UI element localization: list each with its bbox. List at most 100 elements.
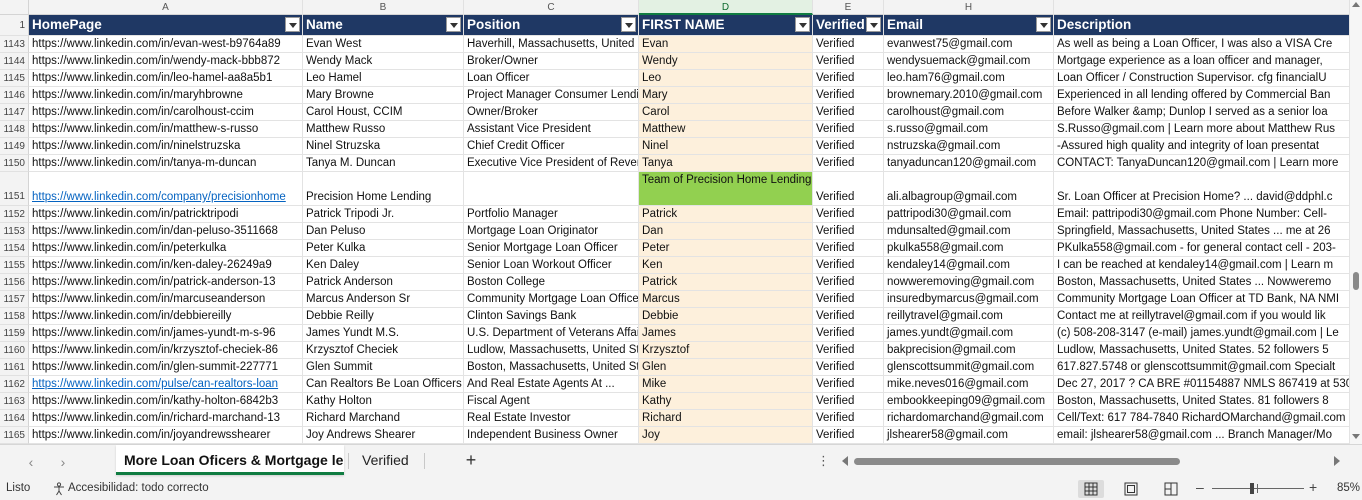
cell-position[interactable]: Senior Mortgage Loan Officer	[464, 240, 639, 257]
cell-email[interactable]: s.russo@gmail.com	[884, 121, 1054, 138]
row-number[interactable]: 1144	[0, 53, 29, 70]
cell-description[interactable]: -Assured high quality and integrity of l…	[1054, 138, 1350, 155]
cell-name[interactable]: Peter Kulka	[303, 240, 464, 257]
cell-name[interactable]: Leo Hamel	[303, 70, 464, 87]
accessibility-status[interactable]: Accesibilidad: todo correcto	[68, 482, 209, 494]
cell-position[interactable]: Haverhill, Massachusetts, United States	[464, 36, 639, 53]
cell-name[interactable]: Patrick Anderson	[303, 274, 464, 291]
cell-description[interactable]: Before Walker &amp; Dunlop I served as a…	[1054, 104, 1350, 121]
cell-first-name[interactable]: Debbie	[639, 308, 813, 325]
column-letter-first-name[interactable]: D	[639, 0, 813, 15]
cell-description[interactable]: Cell/Text: 617 784-7840 RichardOMarchand…	[1054, 410, 1350, 427]
cell-first-name[interactable]: James	[639, 325, 813, 342]
cell-position[interactable]: Senior Loan Workout Officer	[464, 257, 639, 274]
cell-verified[interactable]: Verified	[813, 274, 884, 291]
cell-description[interactable]: Ludlow, Massachusetts, United States. 52…	[1054, 342, 1350, 359]
row-number[interactable]: 1165	[0, 427, 29, 444]
column-letter-description[interactable]	[1054, 0, 1350, 15]
cell-homepage[interactable]: https://www.linkedin.com/in/maryhbrowne	[29, 87, 303, 104]
row-number[interactable]: 1151	[0, 172, 29, 206]
cell-first-name[interactable]: Joy	[639, 427, 813, 444]
cell-position[interactable]: Mortgage Loan Originator	[464, 223, 639, 240]
cell-first-name[interactable]: Peter	[639, 240, 813, 257]
cell-name[interactable]: Precision Home Lending	[303, 172, 464, 206]
cell-verified[interactable]: Verified	[813, 342, 884, 359]
row-number[interactable]: 1148	[0, 121, 29, 138]
column-letter-name[interactable]: B	[303, 0, 464, 15]
cell-name[interactable]: Krzysztof Checiek	[303, 342, 464, 359]
cell-name[interactable]: Marcus Anderson Sr	[303, 291, 464, 308]
cell-position[interactable]: Boston College	[464, 274, 639, 291]
cell-verified[interactable]: Verified	[813, 172, 884, 206]
cell-description[interactable]: email: jlshearer58@gmail.com ... Branch …	[1054, 427, 1350, 444]
scroll-up-icon[interactable]	[1352, 2, 1360, 7]
row-number[interactable]: 1155	[0, 257, 29, 274]
zoom-slider[interactable]	[1212, 488, 1304, 489]
row-number[interactable]: 1164	[0, 410, 29, 427]
cell-name[interactable]: James Yundt M.S.	[303, 325, 464, 342]
more-options-icon[interactable]: ⋮	[817, 453, 830, 469]
row-number[interactable]: 1150	[0, 155, 29, 172]
cell-email[interactable]: nowweremoving@gmail.com	[884, 274, 1054, 291]
sheet-tab-verified[interactable]: Verified	[354, 445, 420, 475]
cell-homepage[interactable]: https://www.linkedin.com/in/dan-peluso-3…	[29, 223, 303, 240]
header-cell-name[interactable]: Name	[303, 15, 464, 36]
column-letter-verified[interactable]: E	[813, 0, 884, 15]
header-cell-position[interactable]: Position	[464, 15, 639, 36]
row-number[interactable]: 1158	[0, 308, 29, 325]
cell-email[interactable]: jlshearer58@gmail.com	[884, 427, 1054, 444]
next-sheet-chevron-icon[interactable]: ›	[54, 453, 72, 471]
header-cell-description[interactable]: Description	[1054, 15, 1350, 36]
cell-position[interactable]: Boston, Massachusetts, United States	[464, 359, 639, 376]
cell-first-name[interactable]: Richard	[639, 410, 813, 427]
cell-homepage[interactable]: https://www.linkedin.com/in/patrick-ande…	[29, 274, 303, 291]
row-number[interactable]: 1154	[0, 240, 29, 257]
row-number[interactable]: 1153	[0, 223, 29, 240]
cell-position[interactable]: Broker/Owner	[464, 53, 639, 70]
cell-first-name[interactable]: Carol	[639, 104, 813, 121]
cell-first-name[interactable]: Mike	[639, 376, 813, 393]
filter-dropdown-icon[interactable]	[1036, 17, 1051, 32]
sheet-tab-more-loan-officers[interactable]: More Loan Oficers & Mortgage len	[116, 445, 344, 475]
cell-name[interactable]: Debbie Reilly	[303, 308, 464, 325]
cell-name[interactable]: Patrick Tripodi Jr.	[303, 206, 464, 223]
cell-homepage[interactable]: https://www.linkedin.com/in/joyandrewssh…	[29, 427, 303, 444]
cell-homepage[interactable]: https://www.linkedin.com/in/patricktripo…	[29, 206, 303, 223]
cell-verified[interactable]: Verified	[813, 257, 884, 274]
cell-verified[interactable]: Verified	[813, 240, 884, 257]
cell-homepage[interactable]: https://www.linkedin.com/in/ken-daley-26…	[29, 257, 303, 274]
cell-verified[interactable]: Verified	[813, 410, 884, 427]
zoom-slider-knob[interactable]	[1250, 483, 1254, 494]
row-number[interactable]: 1157	[0, 291, 29, 308]
cell-first-name[interactable]: Glen	[639, 359, 813, 376]
filter-dropdown-icon[interactable]	[795, 17, 810, 32]
filter-dropdown-icon[interactable]	[866, 17, 881, 32]
cell-first-name[interactable]: Patrick	[639, 274, 813, 291]
cell-homepage[interactable]: https://www.linkedin.com/in/marcuseander…	[29, 291, 303, 308]
cell-name[interactable]: Carol Houst, CCIM	[303, 104, 464, 121]
header-cell-first-name[interactable]: FIRST NAME	[639, 15, 813, 36]
cell-first-name[interactable]: Wendy	[639, 53, 813, 70]
cell-position[interactable]	[464, 172, 639, 206]
vertical-scrollbar[interactable]	[1350, 0, 1362, 444]
cell-description[interactable]: Contact me at reillytravel@gmail.com if …	[1054, 308, 1350, 325]
cell-name[interactable]: Evan West	[303, 36, 464, 53]
cell-email[interactable]: tanyaduncan120@gmail.com	[884, 155, 1054, 172]
page-break-view-button[interactable]	[1158, 480, 1184, 498]
cell-homepage[interactable]: https://www.linkedin.com/in/peterkulka	[29, 240, 303, 257]
cell-homepage[interactable]: https://www.linkedin.com/in/debbiereilly	[29, 308, 303, 325]
cell-description[interactable]: S.Russo@gmail.com | Learn more about Mat…	[1054, 121, 1350, 138]
cell-name[interactable]: Dan Peluso	[303, 223, 464, 240]
cell-description[interactable]: As well as being a Loan Officer, I was a…	[1054, 36, 1350, 53]
row-number[interactable]: 1162	[0, 376, 29, 393]
header-cell-verified[interactable]: Verified	[813, 15, 884, 36]
cell-homepage[interactable]: https://www.linkedin.com/in/ninelstruzsk…	[29, 138, 303, 155]
cell-position[interactable]: U.S. Department of Veterans Affairs	[464, 325, 639, 342]
zoom-level[interactable]: 85%	[1337, 482, 1360, 494]
cell-name[interactable]: Wendy Mack	[303, 53, 464, 70]
cell-name[interactable]: Ken Daley	[303, 257, 464, 274]
cell-name[interactable]: Ninel Struzska	[303, 138, 464, 155]
cell-email[interactable]: ali.albagroup@gmail.com	[884, 172, 1054, 206]
cell-homepage[interactable]: https://www.linkedin.com/in/krzysztof-ch…	[29, 342, 303, 359]
cell-name[interactable]: Joy Andrews Shearer	[303, 427, 464, 444]
